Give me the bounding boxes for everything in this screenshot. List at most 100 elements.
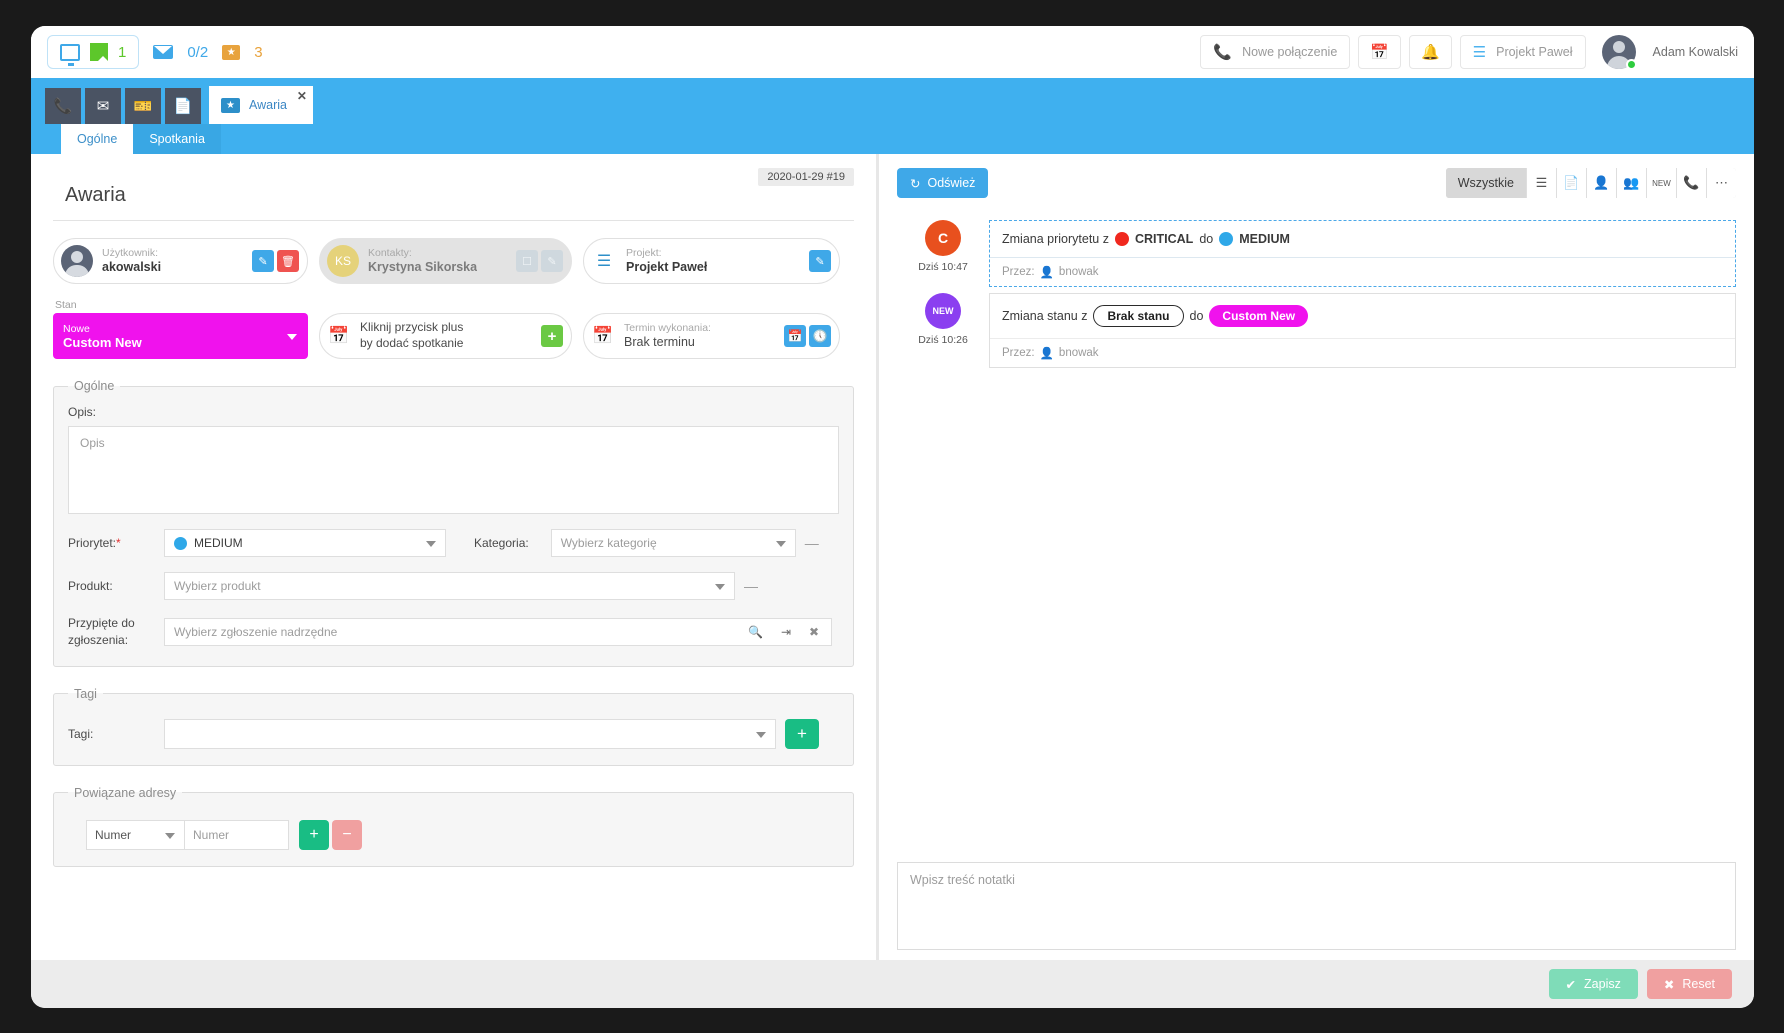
close-icon[interactable]: ✕	[297, 89, 307, 103]
activity-avatar-icon: C	[925, 220, 961, 256]
open-contact-button[interactable]: ☐	[516, 250, 538, 272]
edit-project-button[interactable]: ✎	[809, 250, 831, 272]
edit-user-button[interactable]: ✎	[252, 250, 274, 272]
opis-textarea[interactable]: Opis	[68, 426, 839, 514]
tab-ogolne[interactable]: Ogólne	[61, 124, 134, 154]
note-textarea[interactable]: Wpisz treść notatki	[897, 862, 1736, 950]
meeting-card[interactable]: 📅 Kliknij przycisk plus by dodać spotkan…	[319, 313, 572, 359]
activity-text: Zmiana priorytetu z CRITICAL do MEDIUM	[990, 221, 1735, 258]
set-time-button[interactable]: 🕔	[809, 325, 831, 347]
edit-contact-button[interactable]: ✎	[541, 250, 563, 272]
refresh-button[interactable]: ↻ Odśwież	[897, 168, 989, 198]
state-row: Stan Nowe Custom New 📅 Kliknij przycisk …	[53, 299, 854, 359]
priority-from-value: CRITICAL	[1134, 232, 1194, 246]
filter-new-badge-icon[interactable]: NEW	[1646, 168, 1676, 198]
address-number-input[interactable]: Numer	[185, 819, 289, 850]
close-icon: ✖	[1663, 977, 1675, 992]
app-window: 1 0/2 ★ 3 📞 Nowe połączenie 📅 🔔 ☰ Projek…	[31, 26, 1754, 1008]
remove-address-button[interactable]: −	[332, 819, 362, 850]
tab-phone[interactable]: 📞	[45, 88, 81, 124]
filter-person-icon[interactable]: 👤	[1586, 168, 1616, 198]
activity-avatar-icon: NEW	[925, 293, 961, 329]
activity-item: C Dziś 10:47 Zmiana priorytetu z CRITICA…	[897, 220, 1736, 287]
user-name-label: Adam Kowalski	[1652, 45, 1738, 59]
activity-card[interactable]: Zmiana priorytetu z CRITICAL do MEDIUM P…	[989, 220, 1736, 287]
general-legend: Ogólne	[74, 379, 115, 393]
person-icon: 👤	[1039, 348, 1054, 360]
top-header-bar: 1 0/2 ★ 3 📞 Nowe połączenie 📅 🔔 ☰ Projek…	[31, 26, 1754, 78]
filter-all-button[interactable]: Wszystkie	[1445, 168, 1526, 198]
bell-icon: 🔔	[1420, 43, 1440, 61]
goto-icon[interactable]: ⇥	[781, 625, 791, 639]
green-page-icon	[90, 43, 108, 61]
save-button[interactable]: ✔ Zapisz	[1548, 969, 1638, 999]
status-pill-group[interactable]: 1	[47, 35, 140, 69]
new-call-label: Nowe połączenie	[1242, 45, 1338, 59]
notifications-button[interactable]: 🔔	[1408, 35, 1452, 69]
activity-by-user: bnowak	[1058, 347, 1099, 359]
open-tab-awaria[interactable]: ★ Awaria ✕	[209, 86, 313, 124]
state-field: Stan Nowe Custom New	[53, 299, 308, 359]
ticket-icon[interactable]: ★	[222, 44, 241, 60]
address-type-value: Numer	[95, 827, 132, 842]
priority-category-row: Priorytet:* MEDIUM Kategoria: Wybierz ka…	[68, 529, 839, 557]
parent-ticket-placeholder: Wybierz zgłoszenie nadrzędne	[174, 625, 338, 640]
product-label: Produkt:	[68, 579, 113, 593]
reset-button[interactable]: ✖ Reset	[1646, 969, 1732, 999]
remove-product-button[interactable]: —	[744, 578, 758, 594]
activity-text-before: Zmiana priorytetu z	[1002, 232, 1109, 246]
priority-select[interactable]: MEDIUM	[164, 529, 446, 557]
user-card-value: akowalski	[102, 259, 162, 274]
search-icon[interactable]: 🔍	[748, 625, 763, 639]
calendar-button[interactable]: 📅	[1358, 35, 1401, 69]
tags-fieldset: Tagi Tagi: +	[53, 686, 854, 766]
contact-card-value: Krystyna Sikorska	[368, 259, 478, 274]
add-tag-button[interactable]: +	[785, 718, 819, 749]
tab-mail[interactable]: ✉	[85, 88, 121, 124]
chevron-down-icon	[775, 541, 786, 547]
project-card[interactable]: ☰ Projekt: Projekt Paweł ✎	[583, 238, 840, 284]
user-card[interactable]: Użytkownik: akowalski ✎ 🗑	[53, 238, 308, 284]
parent-ticket-input[interactable]: Wybierz zgłoszenie nadrzędne 🔍 ⇥ ✖	[164, 618, 832, 647]
filter-more-icon[interactable]: ⋯	[1706, 168, 1736, 198]
mail-count: 0/2	[187, 43, 209, 61]
category-placeholder: Wybierz kategorię	[560, 536, 657, 550]
reset-label: Reset	[1682, 977, 1715, 991]
activity-feed: C Dziś 10:47 Zmiana priorytetu z CRITICA…	[897, 220, 1736, 368]
add-meeting-button[interactable]: +	[541, 325, 563, 347]
envelope-icon[interactable]	[153, 45, 174, 59]
add-address-button[interactable]: +	[299, 819, 329, 850]
activity-by-user: bnowak	[1058, 266, 1099, 278]
project-selector[interactable]: ☰ Projekt Paweł	[1459, 35, 1586, 69]
checklist-icon: ☰	[1472, 43, 1487, 61]
set-date-button[interactable]: 📅	[784, 325, 806, 347]
state-select[interactable]: Nowe Custom New	[53, 313, 308, 359]
deadline-card[interactable]: 📅 Termin wykonania: Brak terminu 📅 🕔	[583, 313, 840, 359]
remove-category-button[interactable]: —	[805, 535, 819, 551]
meeting-icon: 📅	[328, 326, 350, 345]
avatar[interactable]	[1601, 35, 1637, 70]
delete-user-button[interactable]: 🗑	[277, 250, 299, 272]
filter-phone-icon[interactable]: 📞	[1676, 168, 1706, 198]
category-select[interactable]: Wybierz kategorię	[550, 529, 796, 557]
tab-tickets[interactable]: 🎫	[125, 88, 161, 124]
new-call-button[interactable]: 📞 Nowe połączenie	[1200, 35, 1351, 69]
product-select[interactable]: Wybierz produkt	[164, 572, 735, 600]
state-label: Stan	[55, 299, 77, 311]
clear-icon[interactable]: ✖	[809, 625, 819, 639]
project-label: Projekt Paweł	[1496, 45, 1573, 59]
parent-label-line1: Przypięte do	[68, 616, 135, 630]
filter-checklist-icon[interactable]: ☰	[1526, 168, 1556, 198]
meeting-line2: by dodać spotkanie	[360, 336, 464, 350]
address-type-select[interactable]: Numer	[86, 819, 185, 850]
parent-label-line2: zgłoszenia:	[68, 633, 129, 648]
tags-select[interactable]	[164, 718, 776, 749]
activity-card[interactable]: Zmiana stanu z Brak stanu do Custom New …	[989, 293, 1736, 368]
contact-card[interactable]: KS Kontakty: Krystyna Sikorska ☐ ✎	[319, 238, 572, 284]
product-row: Produkt: Wybierz produkt —	[68, 572, 839, 600]
tab-documents[interactable]: 📄	[165, 88, 201, 124]
date-badge: 2020-01-29 #19	[758, 168, 854, 186]
filter-people-icon[interactable]: 👥	[1616, 168, 1646, 198]
filter-document-icon[interactable]: 📄	[1556, 168, 1586, 198]
tab-spotkania[interactable]: Spotkania	[133, 124, 221, 154]
